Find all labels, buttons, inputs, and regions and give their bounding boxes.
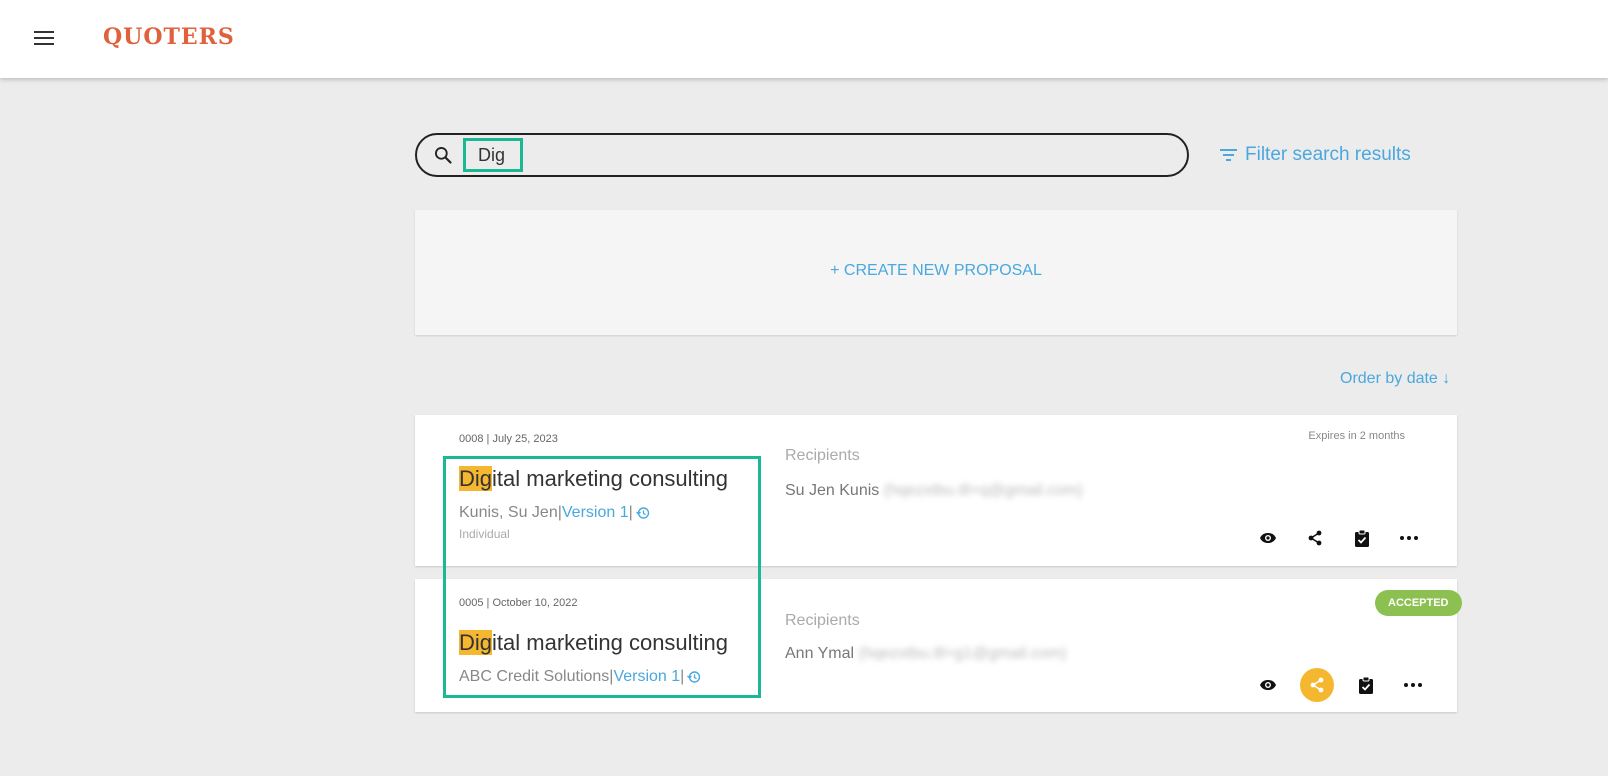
more-options-button[interactable] bbox=[1398, 670, 1428, 700]
share-icon bbox=[1308, 530, 1322, 546]
filter-search-results-button[interactable]: Filter search results bbox=[1220, 144, 1411, 166]
proposal-client: Kunis, Su Jen | Version 1 | bbox=[459, 504, 650, 522]
proposal-type: Individual bbox=[459, 527, 510, 541]
order-label: Order by date bbox=[1340, 370, 1438, 387]
proposal-title[interactable]: Digital marketing consulting bbox=[459, 466, 728, 492]
recipient-email: (hqezxtbu.tll+g1@gmail.com) bbox=[858, 645, 1067, 662]
search-bar[interactable] bbox=[415, 133, 1189, 177]
proposal-client: ABC Credit Solutions | Version 1 | bbox=[459, 668, 701, 686]
more-options-button[interactable] bbox=[1394, 523, 1424, 553]
view-button[interactable] bbox=[1253, 523, 1283, 553]
proposal-title[interactable]: Digital marketing consulting bbox=[459, 630, 728, 656]
search-icon bbox=[435, 147, 452, 164]
recipients-label: Recipients bbox=[785, 447, 860, 464]
version-link[interactable]: Version 1 bbox=[562, 504, 629, 522]
filter-icon bbox=[1220, 149, 1237, 161]
order-by-date-button[interactable]: Order by date ↓ bbox=[1340, 370, 1450, 388]
view-button[interactable] bbox=[1253, 670, 1283, 700]
proposal-actions bbox=[1253, 668, 1445, 702]
share-button[interactable] bbox=[1300, 668, 1334, 702]
proposal-card[interactable]: 0008 | July 25, 2023 Digital marketing c… bbox=[415, 415, 1457, 566]
arrow-down-icon: ↓ bbox=[1442, 370, 1451, 387]
eye-icon bbox=[1260, 533, 1276, 543]
proposal-card[interactable]: 0005 | October 10, 2022 Digital marketin… bbox=[415, 579, 1462, 712]
search-input[interactable] bbox=[463, 138, 523, 172]
top-bar: QUOTERS bbox=[0, 0, 1608, 78]
share-icon bbox=[1310, 677, 1324, 693]
accept-button[interactable] bbox=[1351, 670, 1381, 700]
filter-label: Filter search results bbox=[1245, 144, 1411, 165]
eye-icon bbox=[1260, 680, 1276, 690]
version-link[interactable]: Version 1 bbox=[613, 668, 680, 686]
proposal-meta: 0008 | July 25, 2023 bbox=[459, 433, 558, 445]
menu-icon[interactable] bbox=[34, 31, 54, 47]
history-icon[interactable] bbox=[635, 506, 650, 520]
clipboard-check-icon bbox=[1355, 529, 1369, 547]
search-match-highlight: Dig bbox=[459, 466, 493, 491]
share-button[interactable] bbox=[1300, 523, 1330, 553]
create-proposal-card: + CREATE NEW PROPOSAL bbox=[415, 210, 1457, 335]
more-icon bbox=[1404, 683, 1422, 687]
search-match-highlight: Dig bbox=[459, 630, 493, 655]
history-icon[interactable] bbox=[687, 670, 701, 684]
accept-button[interactable] bbox=[1347, 523, 1377, 553]
proposal-meta: 0005 | October 10, 2022 bbox=[459, 597, 578, 609]
proposal-actions bbox=[1253, 523, 1441, 553]
expiry-note: Expires in 2 months bbox=[1308, 430, 1405, 442]
recipient: Su Jen Kunis (hqezxtbu.tll+q@gmail.com) bbox=[785, 482, 1083, 499]
status-badge: ACCEPTED bbox=[1375, 590, 1462, 616]
brand-logo[interactable]: QUOTERS bbox=[103, 24, 235, 50]
create-new-proposal-button[interactable]: + CREATE NEW PROPOSAL bbox=[415, 262, 1457, 280]
recipient: Ann Ymal (hqezxtbu.tll+g1@gmail.com) bbox=[785, 645, 1067, 662]
more-icon bbox=[1400, 536, 1418, 540]
recipients-label: Recipients bbox=[785, 612, 860, 629]
clipboard-check-icon bbox=[1359, 676, 1373, 694]
recipient-email: (hqezxtbu.tll+q@gmail.com) bbox=[883, 482, 1083, 499]
